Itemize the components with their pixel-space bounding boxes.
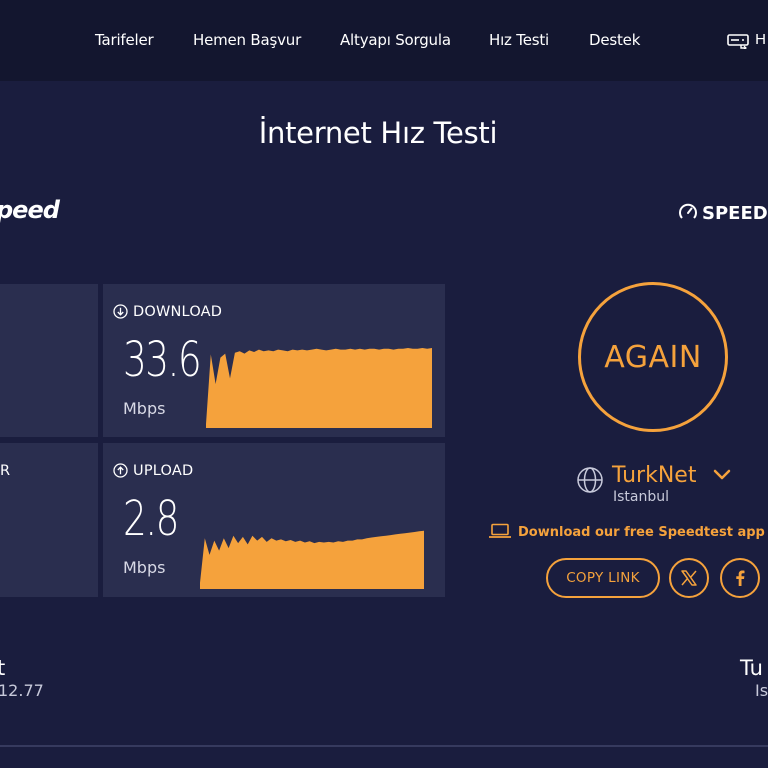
upload-label: UPLOAD bbox=[113, 463, 193, 479]
nav-item-hemen-basvur[interactable]: Hemen Başvur bbox=[193, 31, 301, 49]
upload-unit: Mbps bbox=[123, 558, 166, 577]
nav-extra-label: H bbox=[755, 31, 767, 48]
app-download-link[interactable]: Download our free Speedtest app for d bbox=[488, 523, 768, 540]
top-navigation-bar: Tarifeler Hemen Başvur Altyapı Sorgula H… bbox=[0, 0, 768, 81]
upload-speed-graph bbox=[200, 530, 424, 589]
page-title: İnternet Hız Testi bbox=[258, 116, 498, 150]
ping-panel bbox=[0, 284, 98, 437]
server-location: Is bbox=[755, 681, 768, 700]
server-panel: R bbox=[0, 443, 98, 597]
nav-item-altyapi-sorgula[interactable]: Altyapı Sorgula bbox=[340, 31, 451, 49]
upload-graph-area bbox=[200, 530, 424, 589]
isp-city: Istanbul bbox=[613, 489, 670, 505]
server-name: Tu bbox=[740, 656, 763, 680]
upload-arrow-icon bbox=[113, 463, 128, 478]
download-label: DOWNLOAD bbox=[113, 304, 222, 320]
client-ip: 12.77 bbox=[0, 681, 44, 700]
router-icon bbox=[727, 34, 749, 50]
nav-item-tarifeler[interactable]: Tarifeler bbox=[95, 31, 154, 49]
download-graph-area bbox=[206, 348, 432, 428]
speedtest-logo-right: SPEED bbox=[678, 202, 768, 224]
client-name: t bbox=[0, 656, 6, 680]
divider bbox=[0, 745, 768, 747]
speedtest-logo-text: SPEED bbox=[702, 203, 768, 224]
speedtest-logo-left: peed bbox=[0, 196, 60, 224]
download-value: 33.6 bbox=[123, 332, 202, 388]
laptop-icon bbox=[489, 523, 511, 538]
server-panel-label: R bbox=[0, 463, 11, 479]
app-download-text: Download our free Speedtest app for d bbox=[518, 525, 768, 540]
download-arrow-icon bbox=[113, 304, 128, 319]
chevron-down-icon[interactable] bbox=[712, 468, 732, 482]
download-speed-graph bbox=[206, 348, 432, 428]
download-unit: Mbps bbox=[123, 399, 166, 418]
share-facebook-button[interactable] bbox=[720, 558, 760, 598]
globe-icon bbox=[577, 467, 603, 493]
nav-item-online-islemler[interactable]: H bbox=[727, 31, 767, 50]
upload-panel: UPLOAD 2.8 Mbps bbox=[103, 443, 445, 597]
copy-link-button[interactable]: COPY LINK bbox=[546, 558, 660, 598]
share-x-button[interactable] bbox=[669, 558, 709, 598]
upload-label-text: UPLOAD bbox=[133, 463, 194, 479]
speedometer-icon bbox=[679, 203, 697, 219]
x-logo-icon bbox=[681, 570, 697, 586]
nav-item-hiz-testi[interactable]: Hız Testi bbox=[489, 31, 549, 49]
download-panel: DOWNLOAD 33.6 Mbps bbox=[103, 284, 445, 437]
facebook-icon bbox=[736, 570, 745, 586]
again-button[interactable]: AGAIN bbox=[578, 282, 728, 432]
isp-name[interactable]: TurkNet bbox=[612, 463, 696, 488]
download-label-text: DOWNLOAD bbox=[133, 304, 223, 320]
nav-item-destek[interactable]: Destek bbox=[589, 31, 640, 49]
upload-value: 2.8 bbox=[123, 491, 179, 547]
